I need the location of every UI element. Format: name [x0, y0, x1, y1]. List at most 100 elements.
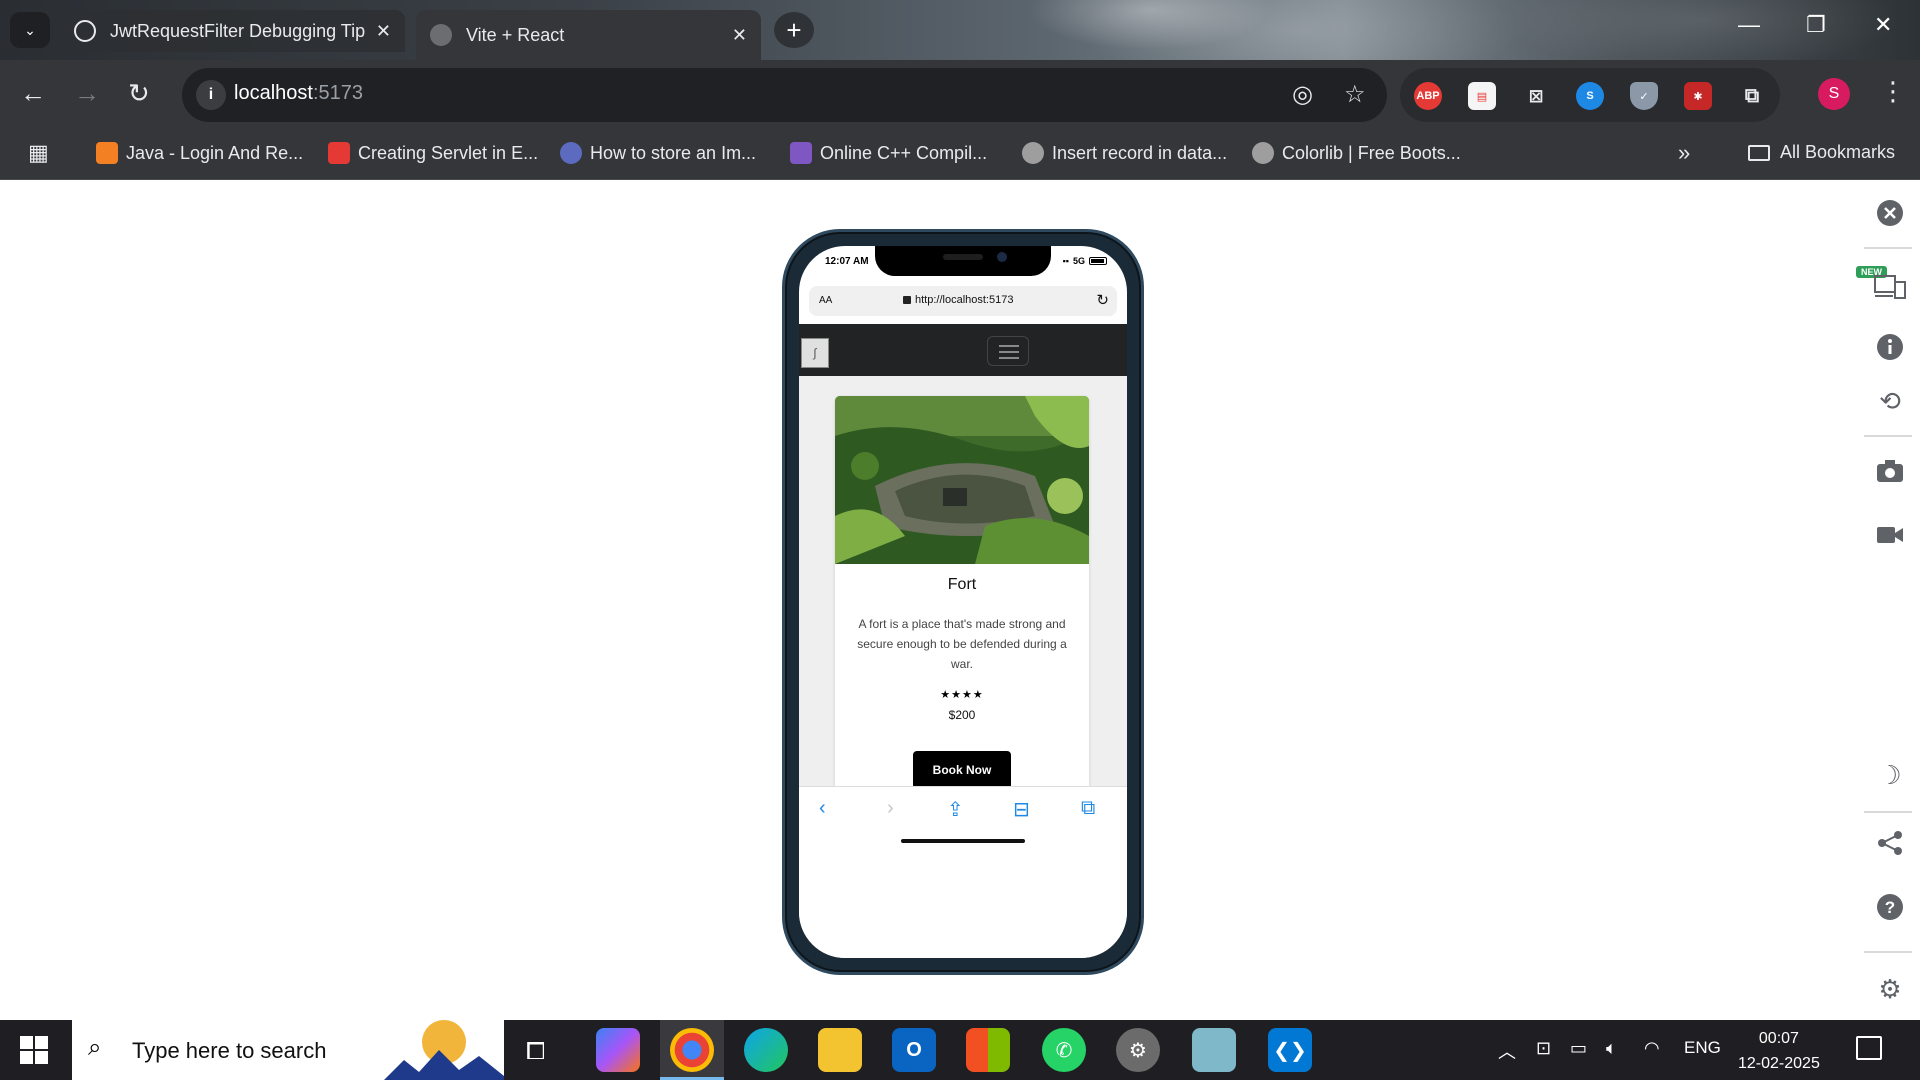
restore-button[interactable]: ❐ [1806, 12, 1826, 38]
chevron-up-icon[interactable]: ︿ [1498, 1038, 1516, 1064]
file-x-extension-icon[interactable]: ⊠ [1522, 82, 1550, 110]
bookmark-favicon-icon [560, 142, 582, 164]
bookmark-favicon-icon [96, 142, 118, 164]
safari-bottom-toolbar: ‹ › ⇪ ⊟ ⧉ [799, 786, 1127, 958]
video-camera-icon[interactable] [1870, 515, 1910, 555]
gear-icon[interactable]: ⚙ [1870, 969, 1910, 1009]
close-window-button[interactable]: ✕ [1874, 12, 1892, 38]
rotate-icon[interactable]: ⟲ [1870, 381, 1910, 421]
volume-icon[interactable]: 🔈︎ [1606, 1038, 1617, 1059]
book-now-button[interactable]: Book Now [913, 751, 1011, 786]
eye-slash-icon[interactable]: ◎ [1292, 80, 1313, 109]
safari-back-icon[interactable]: ‹ [819, 797, 826, 820]
back-arrow-icon[interactable]: ← [20, 78, 46, 108]
bookmark-star-icon[interactable]: ☆ [1344, 80, 1366, 109]
edge-icon[interactable] [744, 1028, 788, 1072]
address-bar[interactable]: i localhost:5173 ◎ ☆ [182, 68, 1387, 122]
more-menu-icon[interactable]: ⋮ [1880, 76, 1906, 107]
adblock-plus-icon[interactable]: ABP [1414, 82, 1442, 110]
chrome-icon[interactable] [670, 1028, 714, 1072]
whatsapp-icon[interactable]: ✆ [1042, 1028, 1086, 1072]
meet-now-icon[interactable]: ⊡ [1536, 1038, 1551, 1059]
bookmark-favicon-icon [328, 142, 350, 164]
site-logo[interactable]: ∫ [801, 338, 829, 368]
close-icon[interactable]: ✕ [732, 25, 747, 46]
file-explorer-icon[interactable] [818, 1028, 862, 1072]
fort-image [835, 396, 1089, 564]
safari-forward-icon[interactable]: › [887, 797, 894, 820]
shazam-extension-icon[interactable]: S [1576, 82, 1604, 110]
openai-favicon-icon [74, 20, 96, 42]
phone-notch [875, 246, 1051, 276]
taskbar-search-box[interactable]: ⌕ Type here to search [72, 1020, 504, 1080]
bookmarks-bar: ▦ Java - Login And Re... Creating Servle… [0, 130, 1920, 180]
shield-extension-icon[interactable]: ✓ [1630, 82, 1658, 110]
bookmark-favicon-icon [790, 142, 812, 164]
tab-search-button[interactable]: ⌄ [10, 12, 50, 48]
forward-arrow-icon[interactable]: → [74, 78, 100, 108]
phone-status-icons: ▪▪ 5G [1063, 256, 1107, 266]
hamburger-menu-icon[interactable] [987, 336, 1029, 366]
vscode-icon[interactable]: ❮❯ [1268, 1028, 1312, 1072]
info-icon[interactable] [1870, 327, 1910, 367]
reload-icon[interactable]: ↻ [128, 78, 150, 108]
tab-title: JwtRequestFilter Debugging Tip [110, 20, 366, 41]
store-icon[interactable] [966, 1028, 1010, 1072]
card-price: $200 [948, 708, 976, 722]
moon-icon[interactable]: ☽ [1870, 755, 1910, 795]
chevron-double-right-icon[interactable]: » [1678, 140, 1690, 166]
settings-app-icon[interactable]: ⚙ [1116, 1028, 1160, 1072]
search-highlight-art [384, 1020, 504, 1080]
search-icon: ⌕ [88, 1034, 102, 1061]
browser-toolbar: ← → ↻ i localhost:5173 ◎ ☆ ABP ▤ ⊠ S ✓ ✱… [0, 60, 1920, 130]
wifi-icon[interactable]: ◠ [1644, 1038, 1660, 1059]
notification-center-icon[interactable] [1856, 1036, 1882, 1060]
puzzle-extensions-icon[interactable]: ⧉ [1738, 82, 1766, 110]
new-tab-button[interactable]: + [774, 12, 814, 48]
battery-icon[interactable]: ▭ [1570, 1038, 1587, 1059]
plus-icon: + [786, 14, 802, 45]
devices-icon[interactable] [1870, 265, 1910, 305]
safari-url[interactable]: http://localhost:5173 [903, 294, 1013, 306]
copilot-icon[interactable] [596, 1028, 640, 1072]
minimize-button[interactable]: — [1738, 12, 1760, 38]
text-size-button[interactable]: AA [819, 295, 832, 306]
close-circle-icon[interactable] [1870, 193, 1910, 233]
calendar-extension-icon[interactable]: ▤ [1468, 82, 1496, 110]
all-bookmarks-button[interactable]: All Bookmarks [1748, 142, 1895, 163]
share-icon[interactable]: ⇪ [947, 797, 964, 822]
help-icon[interactable]: ? [1870, 887, 1910, 927]
share-icon[interactable] [1870, 823, 1910, 863]
clock-date: 12-02-2025 [1738, 1055, 1820, 1072]
bookmark-item[interactable]: How to store an Im... [560, 142, 756, 164]
site-content: Fort A fort is a place that's made stron… [799, 376, 1127, 786]
reload-icon[interactable]: ↻ [1096, 291, 1109, 309]
outlook-icon[interactable]: O [892, 1028, 936, 1072]
tabs-icon[interactable]: ⧉ [1081, 797, 1095, 820]
camera-icon[interactable] [1870, 451, 1910, 491]
bookmarks-book-icon[interactable]: ⊟ [1013, 797, 1030, 822]
tab-jwt-filter[interactable]: JwtRequestFilter Debugging Tip ✕ [60, 10, 405, 52]
bookmark-item[interactable]: Online C++ Compil... [790, 142, 987, 164]
svg-text:?: ? [1885, 898, 1895, 917]
language-indicator[interactable]: ENG [1684, 1038, 1721, 1058]
network-label: 5G [1072, 256, 1085, 266]
bookmark-item[interactable]: Insert record in data... [1022, 142, 1227, 164]
taskbar-clock[interactable]: 00:07 12-02-2025 [1738, 1026, 1820, 1076]
bookmark-item[interactable]: Creating Servlet in E... [328, 142, 538, 164]
paw-extension-icon[interactable]: ✱ [1684, 82, 1712, 110]
site-navbar: ∫ [799, 324, 1127, 376]
bookmark-item[interactable]: Colorlib | Free Boots... [1252, 142, 1461, 164]
folder-icon [1748, 144, 1770, 161]
tab-vite-react[interactable]: Vite + React ✕ [416, 10, 761, 60]
safari-address-bar[interactable]: AA http://localhost:5173 ↻ [809, 286, 1117, 316]
address-url[interactable]: localhost:5173 [234, 82, 363, 105]
windows-start-button[interactable] [20, 1036, 48, 1064]
close-icon[interactable]: ✕ [376, 21, 391, 42]
apps-grid-icon[interactable]: ▦ [28, 140, 49, 166]
bookmark-item[interactable]: Java - Login And Re... [96, 142, 303, 164]
site-info-icon[interactable]: i [196, 80, 226, 110]
profile-avatar[interactable]: S [1818, 78, 1850, 110]
task-view-icon[interactable]: ⧠ [526, 1038, 545, 1066]
notepad-icon[interactable] [1192, 1028, 1236, 1072]
